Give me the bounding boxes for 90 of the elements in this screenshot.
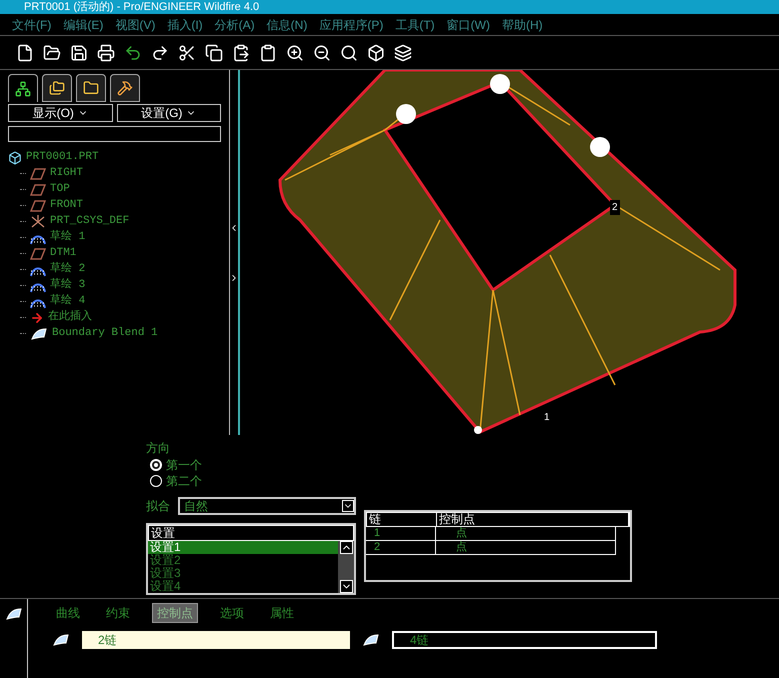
folders-icon [49, 80, 65, 96]
tree-item[interactable]: 草绘 4 [50, 293, 86, 310]
tree-item[interactable]: Boundary Blend 1 [52, 325, 158, 342]
undo-icon[interactable] [124, 44, 142, 62]
scroll-down-icon[interactable] [340, 580, 352, 593]
arrow-icon [30, 310, 44, 324]
menu-item[interactable]: 应用程序(P) [319, 16, 384, 34]
menu-item[interactable]: 帮助(H) [502, 16, 543, 34]
surface-icon [362, 633, 380, 647]
plane-icon [30, 248, 46, 260]
menu-item[interactable]: 视图(V) [115, 16, 156, 34]
list-item[interactable]: 设置3 [148, 567, 338, 580]
tree-item[interactable]: 草绘 3 [50, 277, 86, 294]
dropdown-button[interactable]: 设置(G) [116, 104, 221, 122]
menu-item[interactable]: 编辑(E) [63, 16, 104, 34]
tree-icon [15, 80, 31, 96]
zoom-in-icon[interactable] [286, 44, 304, 62]
tree-item[interactable]: DTM1 [50, 245, 76, 262]
copy-icon[interactable] [205, 44, 223, 62]
search-icon[interactable] [340, 44, 358, 62]
scroll-up-icon[interactable] [340, 541, 352, 554]
surface-icon [52, 633, 70, 647]
table-cell: 2 [366, 541, 436, 554]
clipboard-icon[interactable] [259, 44, 277, 62]
tree-item[interactable]: 在此插入 [48, 309, 92, 326]
save-icon[interactable] [70, 44, 88, 62]
dropdown-button[interactable]: 显示(O) [8, 104, 112, 122]
tree-item[interactable]: 草绘 2 [50, 261, 86, 278]
radio-label: 第一个 [166, 457, 202, 474]
list-item[interactable]: 设置2 [148, 554, 338, 567]
plane-icon [30, 168, 46, 180]
tree-item[interactable]: RIGHT [50, 165, 84, 182]
fit-dropdown[interactable]: 自然 [178, 497, 356, 515]
tree-item[interactable]: FRONT [50, 197, 84, 214]
list-header: 设置 [148, 525, 354, 541]
navigator-tab[interactable] [110, 74, 140, 102]
paste-icon[interactable] [232, 44, 250, 62]
navigator-tab[interactable] [8, 74, 38, 102]
hammer-icon [117, 80, 133, 96]
menu-item[interactable]: 信息(N) [266, 16, 308, 34]
window-title: PRT0001 (活动的) - Pro/ENGINEER Wildfire 4.0 [0, 0, 779, 14]
dashboard-tab[interactable]: 选项 [216, 603, 248, 623]
navigator-tab[interactable] [42, 74, 72, 102]
dashboard-tab[interactable]: 曲线 [52, 603, 84, 623]
chain-field[interactable]: 2链 [82, 631, 350, 649]
cube-icon [8, 150, 22, 164]
radio-button[interactable] [150, 475, 162, 487]
table-cell: 点 [436, 527, 616, 540]
chain-label: 2 [610, 200, 620, 215]
radio-button[interactable] [150, 459, 162, 471]
surface-icon [4, 607, 22, 621]
cut-icon[interactable] [178, 44, 196, 62]
zoom-out-icon[interactable] [313, 44, 331, 62]
fit-label: 拟合 [146, 498, 170, 515]
surface-icon [30, 326, 48, 340]
menu-item[interactable]: 窗口(W) [446, 16, 490, 34]
redo-icon[interactable] [151, 44, 169, 62]
chain-field[interactable]: 4链 [392, 631, 657, 649]
tree-item[interactable]: PRT_CSYS_DEF [50, 213, 130, 230]
plane-icon [30, 200, 46, 212]
search-field[interactable] [8, 126, 221, 142]
new-file-icon[interactable] [16, 44, 34, 62]
menu-item[interactable]: 文件(F) [12, 16, 52, 34]
list-item[interactable]: 设置1 [148, 541, 338, 554]
column-header: 链 [367, 513, 437, 526]
print-icon[interactable] [97, 44, 115, 62]
dashboard-tab[interactable]: 属性 [266, 603, 298, 623]
menu-item[interactable]: 分析(A) [214, 16, 255, 34]
dashboard-tab[interactable]: 控制点 [152, 603, 198, 623]
menu-item[interactable]: 插入(I) [167, 16, 203, 34]
list-item[interactable]: 设置4 [148, 580, 338, 593]
folder-icon [83, 80, 99, 96]
menu-item[interactable]: 工具(T) [395, 16, 435, 34]
tree-item[interactable]: 草绘 1 [50, 229, 86, 246]
column-header: 控制点 [437, 513, 629, 526]
tree-item[interactable]: PRT0001.PRT [26, 149, 99, 166]
plane-icon [30, 184, 46, 196]
layers-icon[interactable] [394, 44, 412, 62]
radio-label: 第二个 [166, 473, 202, 490]
open-folder-icon[interactable] [43, 44, 61, 62]
axes-icon [30, 214, 46, 228]
section-label: 方向 [146, 440, 171, 457]
box-icon[interactable] [367, 44, 385, 62]
caret-icon [342, 500, 354, 512]
tree-item[interactable]: TOP [50, 181, 70, 198]
table-cell: 1 [366, 527, 436, 540]
scrollbar[interactable] [338, 541, 354, 593]
navigator-tab[interactable] [76, 74, 106, 102]
table-cell: 点 [436, 541, 616, 554]
dashboard-tab[interactable]: 约束 [102, 603, 134, 623]
